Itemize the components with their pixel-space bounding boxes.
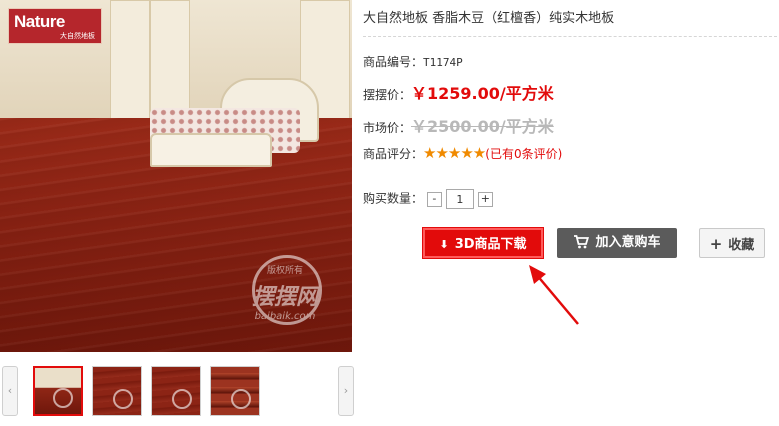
plus-icon: + (709, 235, 723, 253)
rating-row: 商品评分：★★★★★(已有0条评价) (363, 144, 562, 162)
product-code: T1174P (423, 56, 463, 69)
quantity-label: 购买数量： (363, 191, 424, 206)
add-to-cart-label: 加入意购车 (595, 235, 661, 250)
price-row: 摆摆价：￥1259.00/平方米 (363, 80, 554, 104)
thumbnail-3[interactable] (151, 366, 201, 416)
watermark-title: 摆摆网 (251, 285, 318, 310)
title-divider (363, 36, 777, 37)
rating-stars-icon: ★★★★★ (423, 144, 486, 162)
quantity-minus-button[interactable]: - (426, 191, 442, 207)
market-price-label: 市场价： (363, 121, 412, 135)
product-title: 大自然地板 香脂木豆（红檀香）纯实木地板 (363, 11, 615, 26)
favorite-button[interactable]: + 收藏 (699, 228, 765, 258)
logo-subtext: 大自然地板 (60, 32, 95, 40)
thumbnail-strip: ‹ › (0, 364, 354, 418)
watermark-url: baibaik.com (254, 311, 316, 322)
rating-label: 商品评分： (363, 147, 424, 161)
quantity-input[interactable] (445, 189, 474, 209)
product-code-label: 商品编号： (363, 55, 424, 69)
price-label: 摆摆价： (363, 88, 412, 102)
thumbnail-next-button[interactable]: › (338, 366, 354, 416)
watermark-top-text: 版权所有 (266, 266, 303, 276)
download-arrow-icon: ⬇ (439, 238, 449, 251)
quantity-plus-button[interactable]: + (477, 191, 493, 207)
product-main-image: Nature 大自然地板 版权所有 摆摆网 baibaik.com (0, 0, 352, 352)
cart-icon (573, 228, 590, 258)
market-price-row: 市场价：￥2500.00/平方米 (363, 113, 554, 137)
annotation-arrow-icon (529, 265, 579, 325)
download-3d-button[interactable]: ⬇ 3D商品下载 (422, 227, 544, 259)
logo-text: Nature (14, 12, 65, 31)
download-3d-label: 3D商品下载 (454, 237, 527, 252)
watermark-seal-icon (113, 389, 133, 409)
thumbnail-prev-button[interactable]: ‹ (2, 366, 18, 416)
thumbnail-2[interactable] (92, 366, 142, 416)
product-code-row: 商品编号：T1174P (363, 53, 463, 70)
watermark-seal-icon (172, 389, 192, 409)
bed (150, 78, 319, 167)
watermark-seal-icon (231, 389, 251, 409)
bed-footboard (150, 133, 272, 167)
brand-logo: Nature 大自然地板 (8, 8, 102, 44)
product-info-panel: 大自然地板 香脂木豆（红檀香）纯实木地板 商品编号：T1174P 摆摆价：￥12… (363, 0, 779, 426)
watermark: 版权所有 摆摆网 baibaik.com (230, 255, 340, 335)
review-count[interactable]: (已有0条评价) (485, 147, 562, 161)
watermark-seal-icon (53, 388, 73, 408)
favorite-label: 收藏 (728, 238, 755, 253)
thumbnail-1[interactable] (33, 366, 83, 416)
market-price-value: ￥2500.00/平方米 (411, 117, 554, 136)
price-value: ￥1259.00/平方米 (411, 84, 554, 103)
quantity-row: 购买数量： - + (363, 189, 493, 209)
thumbnail-4[interactable] (210, 366, 260, 416)
wardrobe-panel (110, 0, 150, 132)
add-to-cart-button[interactable]: 加入意购车 (557, 228, 677, 258)
